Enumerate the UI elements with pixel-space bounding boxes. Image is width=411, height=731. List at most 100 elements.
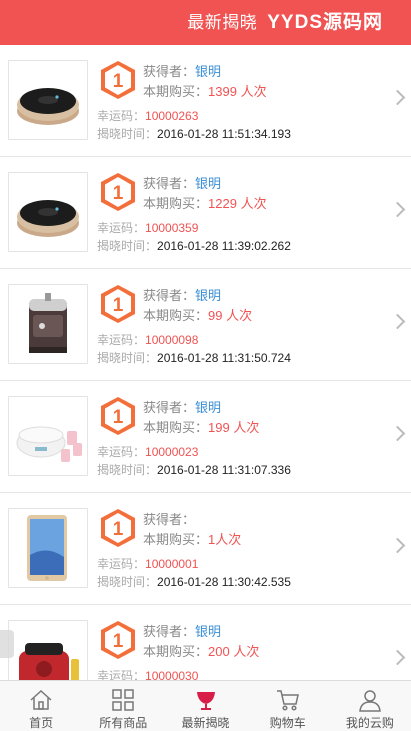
draw-meta: 幸运码：10000359 揭晓时间：2016-01-28 11:39:02.26…: [97, 219, 291, 255]
lucky-code-label: 幸运码：: [97, 221, 146, 235]
winner-label: 获得者：: [143, 176, 196, 191]
tab-all-products[interactable]: 所有商品: [82, 681, 164, 731]
period-badge: 1: [101, 285, 135, 323]
reveal-time: 2016-01-28 11:31:50.724: [157, 351, 291, 365]
reveal-time-label: 揭晓时间：: [97, 127, 158, 141]
product-image-lunch-box: [8, 284, 88, 364]
lucky-code: 10000098: [145, 333, 199, 347]
list-item[interactable]: 1 获得者：银明 本期购买：199 人次 幸运码：10000023 揭晓时间：2…: [0, 381, 411, 493]
winner-name[interactable]: 银明: [195, 288, 221, 303]
purchase-count: 99: [208, 308, 223, 323]
draw-meta: 幸运码：10000030: [97, 667, 198, 681]
purchase-label: 本期购买：: [143, 308, 209, 323]
reveal-time-label: 揭晓时间：: [97, 351, 158, 365]
purchase-unit: 人次: [233, 420, 260, 435]
winner-info: 获得者：银明 本期购买：1229 人次: [143, 174, 267, 214]
period-number: 1: [113, 295, 124, 316]
brand-text: YYDS源码网: [267, 12, 383, 33]
purchase-unit: 人次: [215, 532, 242, 547]
reveal-time: 2016-01-28 11:39:02.262: [157, 239, 291, 253]
user-icon: [359, 690, 381, 712]
winner-info: 获得者：银明 本期购买：99 人次: [143, 286, 252, 326]
purchase-count: 1399: [208, 84, 237, 99]
draw-meta: 幸运码：10000001 揭晓时间：2016-01-28 11:30:42.53…: [97, 555, 291, 591]
list-item[interactable]: 1 获得者：银明 本期购买：1399 人次 幸运码：10000263 揭晓时间：…: [0, 45, 411, 157]
product-image-coffee-machine: [8, 620, 88, 681]
purchase-label: 本期购买：: [143, 420, 209, 435]
period-number: 1: [113, 631, 124, 652]
period-badge: 1: [101, 509, 135, 547]
period-number: 1: [113, 407, 124, 428]
lucky-code: 10000263: [145, 109, 199, 123]
tab-label: 首页: [29, 716, 54, 730]
period-badge: 1: [101, 173, 135, 211]
reveal-time: 2016-01-28 11:51:34.193: [157, 127, 291, 141]
winner-info: 获得者：银明 本期购买：1399 人次: [143, 62, 267, 102]
tab-home[interactable]: 首页: [0, 681, 82, 731]
period-badge: 1: [101, 61, 135, 99]
product-image-tablet: [8, 508, 88, 588]
chevron-right-icon: [389, 89, 406, 106]
home-icon: [30, 689, 52, 710]
title-text: 最新揭晓: [187, 13, 258, 32]
reveal-time: 2016-01-28 11:30:42.535: [157, 575, 291, 589]
winner-name[interactable]: 银明: [195, 176, 221, 191]
chevron-right-icon: [389, 425, 406, 442]
list-item[interactable]: 1 获得者：银明 本期购买：99 人次 幸运码：10000098 揭晓时间：20…: [0, 269, 411, 381]
purchase-count: 1229: [208, 196, 237, 211]
winner-info: 获得者：银明 本期购买：199 人次: [143, 398, 259, 438]
purchase-unit: 人次: [226, 308, 253, 323]
reveal-time-label: 揭晓时间：: [97, 239, 158, 253]
period-badge: 1: [101, 397, 135, 435]
list-item[interactable]: 1 获得者：银明 本期购买：1229 人次 幸运码：10000359 揭晓时间：…: [0, 157, 411, 269]
winner-label: 获得者：: [143, 512, 196, 527]
bottom-tab-bar: 首页 所有商品 最新揭晓 购物车 我的云购: [0, 680, 411, 731]
cart-icon: [276, 690, 299, 711]
tab-label: 购物车: [269, 716, 306, 730]
purchase-unit: 人次: [240, 196, 267, 211]
purchase-unit: 人次: [233, 644, 260, 659]
period-number: 1: [113, 71, 124, 92]
winner-name[interactable]: 银明: [195, 64, 221, 79]
product-image-robot-vacuum: [8, 60, 88, 140]
purchase-unit: 人次: [240, 84, 267, 99]
lucky-code-label: 幸运码：: [97, 445, 146, 459]
purchase-count: 199: [208, 420, 230, 435]
chevron-right-icon: [389, 201, 406, 218]
tab-cart[interactable]: 购物车: [247, 681, 329, 731]
page-title: 最新揭晓 YYDS源码网: [187, 0, 383, 45]
list-item[interactable]: 1 获得者：银明 本期购买：200 人次 幸运码：10000030: [0, 605, 411, 681]
winner-label: 获得者：: [143, 64, 196, 79]
list-item[interactable]: 1 获得者： 本期购买：1人次 幸运码：10000001 揭晓时间：2016-0…: [0, 493, 411, 605]
period-badge: 1: [101, 621, 135, 659]
draw-meta: 幸运码：10000023 揭晓时间：2016-01-28 11:31:07.33…: [97, 443, 291, 479]
period-number: 1: [113, 183, 124, 204]
product-image-robot-vacuum: [8, 172, 88, 252]
winner-name[interactable]: 银明: [195, 624, 221, 639]
winner-info: 获得者：银明 本期购买：200 人次: [143, 622, 259, 662]
chevron-right-icon: [389, 537, 406, 554]
lucky-code: 10000001: [145, 557, 199, 571]
draw-meta: 幸运码：10000098 揭晓时间：2016-01-28 11:31:50.72…: [97, 331, 291, 367]
tab-latest-reveal[interactable]: 最新揭晓: [164, 681, 246, 731]
product-image-yogurt-maker: [8, 396, 88, 476]
lucky-code: 10000359: [145, 221, 199, 235]
tab-label: 我的云购: [345, 716, 394, 730]
lucky-code: 10000023: [145, 445, 199, 459]
side-float-handle[interactable]: [0, 630, 14, 658]
purchase-label: 本期购买：: [143, 196, 209, 211]
purchase-count: 200: [208, 644, 230, 659]
tab-label: 最新揭晓: [181, 716, 230, 730]
chevron-right-icon: [389, 313, 406, 330]
draw-meta: 幸运码：10000263 揭晓时间：2016-01-28 11:51:34.19…: [97, 107, 291, 143]
reveal-time: 2016-01-28 11:31:07.336: [157, 463, 291, 477]
winner-name[interactable]: 银明: [195, 400, 221, 415]
results-list: 1 获得者：银明 本期购买：1399 人次 幸运码：10000263 揭晓时间：…: [0, 45, 411, 681]
header-bar: 最新揭晓 YYDS源码网: [0, 0, 411, 45]
reveal-time-label: 揭晓时间：: [97, 575, 158, 589]
lucky-code-label: 幸运码：: [97, 557, 146, 571]
grid-icon: [112, 689, 135, 711]
winner-label: 获得者：: [143, 624, 196, 639]
tab-my-account[interactable]: 我的云购: [329, 681, 411, 731]
reveal-time-label: 揭晓时间：: [97, 463, 158, 477]
